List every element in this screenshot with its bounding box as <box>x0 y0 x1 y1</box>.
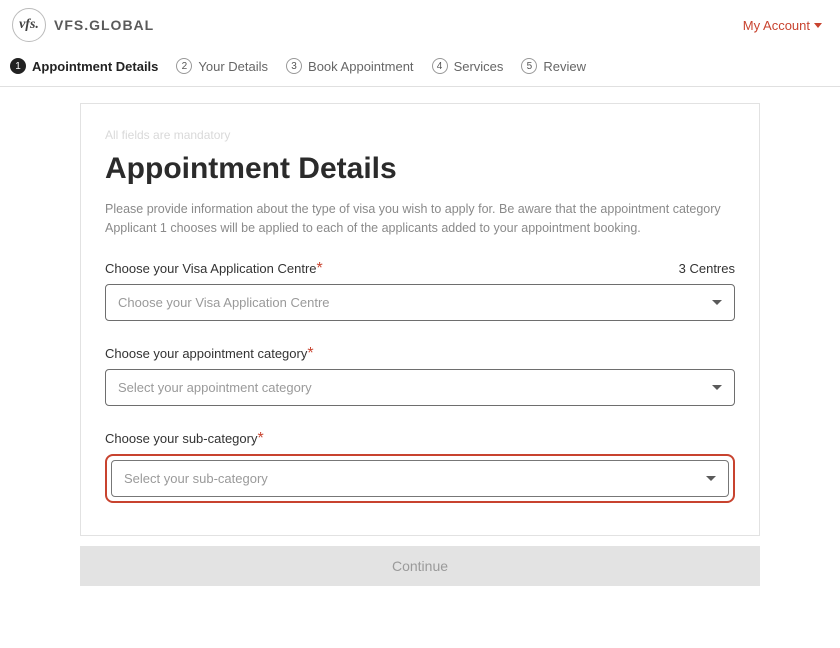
step-badge: 1 <box>10 58 26 74</box>
step-label: Review <box>543 59 586 74</box>
highlight-sub-category: Select your sub-category <box>105 454 735 503</box>
chevron-down-icon <box>706 476 716 481</box>
step-book-appointment[interactable]: 3 Book Appointment <box>286 58 414 74</box>
sub-category-select[interactable]: Select your sub-category <box>111 460 729 497</box>
required-mark: * <box>307 345 313 362</box>
continue-button[interactable]: Continue <box>80 546 760 586</box>
step-appointment-details[interactable]: 1 Appointment Details <box>10 58 158 74</box>
step-badge: 4 <box>432 58 448 74</box>
chevron-down-icon <box>814 23 822 28</box>
step-badge: 5 <box>521 58 537 74</box>
required-mark: * <box>257 430 263 447</box>
chevron-down-icon <box>712 385 722 390</box>
continue-bar: Continue <box>80 546 760 586</box>
my-account-label: My Account <box>743 18 810 33</box>
required-mark: * <box>317 260 323 277</box>
step-nav: 1 Appointment Details 2 Your Details 3 B… <box>0 48 840 87</box>
field-header: Choose your appointment category* <box>105 345 735 363</box>
step-services[interactable]: 4 Services <box>432 58 504 74</box>
my-account-menu[interactable]: My Account <box>743 18 822 33</box>
appointment-category-select[interactable]: Select your appointment category <box>105 369 735 406</box>
step-your-details[interactable]: 2 Your Details <box>176 58 268 74</box>
topbar: vfs. VFS.GLOBAL My Account <box>0 0 840 48</box>
visa-centre-select[interactable]: Choose your Visa Application Centre <box>105 284 735 321</box>
page-description: Please provide information about the typ… <box>105 200 735 238</box>
select-placeholder: Select your sub-category <box>124 471 268 486</box>
mandatory-note: All fields are mandatory <box>105 128 735 142</box>
step-label: Appointment Details <box>32 59 158 74</box>
field-header: Choose your Visa Application Centre* 3 C… <box>105 260 735 278</box>
form-panel: All fields are mandatory Appointment Det… <box>80 103 760 536</box>
brand: vfs. VFS.GLOBAL <box>12 8 154 42</box>
step-label: Services <box>454 59 504 74</box>
field-label: Choose your sub-category <box>105 431 257 446</box>
page-title: Appointment Details <box>105 152 735 186</box>
chevron-down-icon <box>712 300 722 305</box>
field-sub-category: Choose your sub-category* Select your su… <box>105 430 735 503</box>
step-badge: 2 <box>176 58 192 74</box>
field-label: Choose your Visa Application Centre <box>105 261 317 276</box>
field-label: Choose your appointment category <box>105 346 307 361</box>
step-review[interactable]: 5 Review <box>521 58 586 74</box>
field-visa-centre: Choose your Visa Application Centre* 3 C… <box>105 260 735 321</box>
step-label: Book Appointment <box>308 59 414 74</box>
centre-count: 3 Centres <box>679 261 735 276</box>
step-label: Your Details <box>198 59 268 74</box>
brand-name: VFS.GLOBAL <box>54 17 154 33</box>
field-appointment-category: Choose your appointment category* Select… <box>105 345 735 406</box>
logo-icon: vfs. <box>12 8 46 42</box>
select-placeholder: Choose your Visa Application Centre <box>118 295 330 310</box>
step-badge: 3 <box>286 58 302 74</box>
select-placeholder: Select your appointment category <box>118 380 312 395</box>
field-header: Choose your sub-category* <box>105 430 735 448</box>
